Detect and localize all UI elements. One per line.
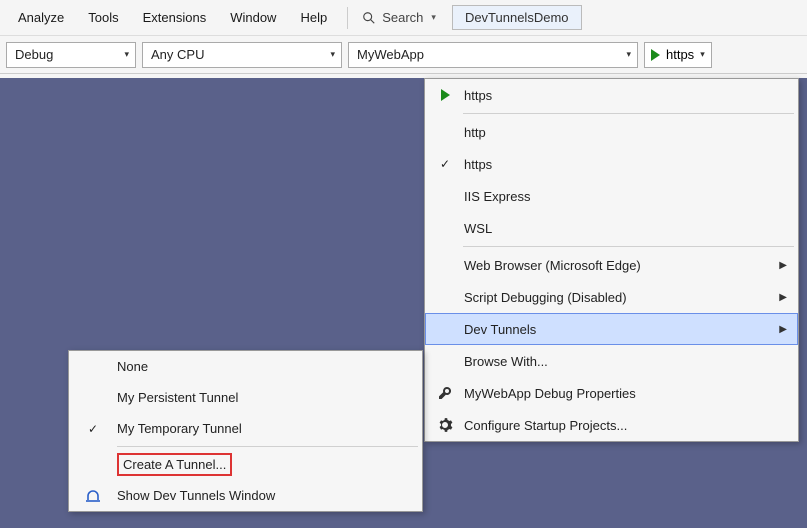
menu-item-label: WSL (464, 221, 787, 236)
menu-extensions[interactable]: Extensions (131, 6, 219, 29)
configuration-dropdown[interactable]: Debug ▾ (6, 42, 136, 68)
menu-item-http[interactable]: http (425, 116, 798, 148)
menu-separator (347, 7, 348, 29)
menu-analyze[interactable]: Analyze (6, 6, 76, 29)
menu-window[interactable]: Window (218, 6, 288, 29)
menu-item-configure-startup[interactable]: Configure Startup Projects... (425, 409, 798, 441)
search-label: Search (382, 10, 423, 25)
startup-project-label: MyWebApp (357, 47, 424, 62)
menu-tools[interactable]: Tools (76, 6, 130, 29)
wrench-icon (437, 385, 453, 401)
menu-help[interactable]: Help (288, 6, 339, 29)
menu-item-label: https (464, 157, 787, 172)
highlighted-label: Create A Tunnel... (117, 453, 232, 476)
menu-item-label: My Temporary Tunnel (117, 421, 412, 436)
menu-item-https[interactable]: ✓ https (425, 148, 798, 180)
menubar: Analyze Tools Extensions Window Help Sea… (0, 0, 807, 36)
chevron-right-icon: ▶ (779, 260, 787, 271)
menu-item-script-debugging[interactable]: Script Debugging (Disabled) ▶ (425, 281, 798, 313)
menu-item-label: Dev Tunnels (464, 322, 773, 337)
search-icon (362, 11, 376, 25)
tunnel-icon (85, 488, 101, 504)
menu-separator (117, 446, 418, 447)
menu-item-label: Browse With... (464, 354, 787, 369)
gear-icon (437, 417, 453, 433)
menu-item-label: http (464, 125, 787, 140)
chevron-down-icon: ▾ (626, 49, 631, 60)
chevron-down-icon: ▾ (330, 49, 335, 60)
tunnel-item-none[interactable]: None (69, 351, 422, 382)
menu-item-label: Web Browser (Microsoft Edge) (464, 258, 773, 273)
platform-dropdown[interactable]: Any CPU ▾ (142, 42, 342, 68)
menu-item-label: Configure Startup Projects... (464, 418, 787, 433)
menu-item-label: MyWebApp Debug Properties (464, 386, 787, 401)
menu-item-web-browser[interactable]: Web Browser (Microsoft Edge) ▶ (425, 249, 798, 281)
menu-item-browse-with[interactable]: Browse With... (425, 345, 798, 377)
menu-separator (463, 246, 794, 247)
startup-project-dropdown[interactable]: MyWebApp ▾ (348, 42, 638, 68)
menu-item-label: Create A Tunnel... (117, 453, 412, 476)
chevron-right-icon: ▶ (779, 324, 787, 335)
platform-label: Any CPU (151, 47, 204, 62)
chevron-down-icon: ▾ (700, 49, 705, 60)
menu-item-label: IIS Express (464, 189, 787, 204)
menu-item-https-top[interactable]: https (425, 79, 798, 111)
create-tunnel-button[interactable]: Create A Tunnel... (69, 449, 422, 480)
configuration-label: Debug (15, 47, 53, 62)
menu-separator (463, 113, 794, 114)
tunnel-item-persistent[interactable]: My Persistent Tunnel (69, 382, 422, 413)
menu-item-dev-tunnels[interactable]: Dev Tunnels ▶ (425, 313, 798, 345)
menu-item-label: https (464, 88, 787, 103)
search-button[interactable]: Search ▾ (356, 10, 442, 25)
play-icon (441, 89, 450, 101)
menu-item-label: Script Debugging (Disabled) (464, 290, 773, 305)
tunnel-item-temporary[interactable]: ✓ My Temporary Tunnel (69, 413, 422, 444)
check-icon: ✓ (88, 422, 98, 436)
run-button[interactable]: https ▾ (644, 42, 712, 68)
menu-item-label: Show Dev Tunnels Window (117, 488, 412, 503)
chevron-down-icon: ▾ (124, 49, 129, 60)
menu-item-label: My Persistent Tunnel (117, 390, 412, 405)
menu-item-debug-properties[interactable]: MyWebApp Debug Properties (425, 377, 798, 409)
menu-item-label: None (117, 359, 412, 374)
check-icon: ✓ (440, 157, 450, 171)
menu-item-wsl[interactable]: WSL (425, 212, 798, 244)
chevron-down-icon: ▾ (431, 12, 436, 23)
run-profile-label: https (666, 47, 694, 62)
show-dev-tunnels-window-button[interactable]: Show Dev Tunnels Window (69, 480, 422, 511)
dev-tunnels-submenu: None My Persistent Tunnel ✓ My Temporary… (68, 350, 423, 512)
menu-item-iis-express[interactable]: IIS Express (425, 180, 798, 212)
play-icon (651, 49, 660, 61)
solution-name[interactable]: DevTunnelsDemo (452, 5, 582, 30)
run-profile-menu: https http ✓ https IIS Express WSL Web B… (424, 78, 799, 442)
chevron-right-icon: ▶ (779, 292, 787, 303)
toolbar: Debug ▾ Any CPU ▾ MyWebApp ▾ https ▾ (0, 36, 807, 74)
